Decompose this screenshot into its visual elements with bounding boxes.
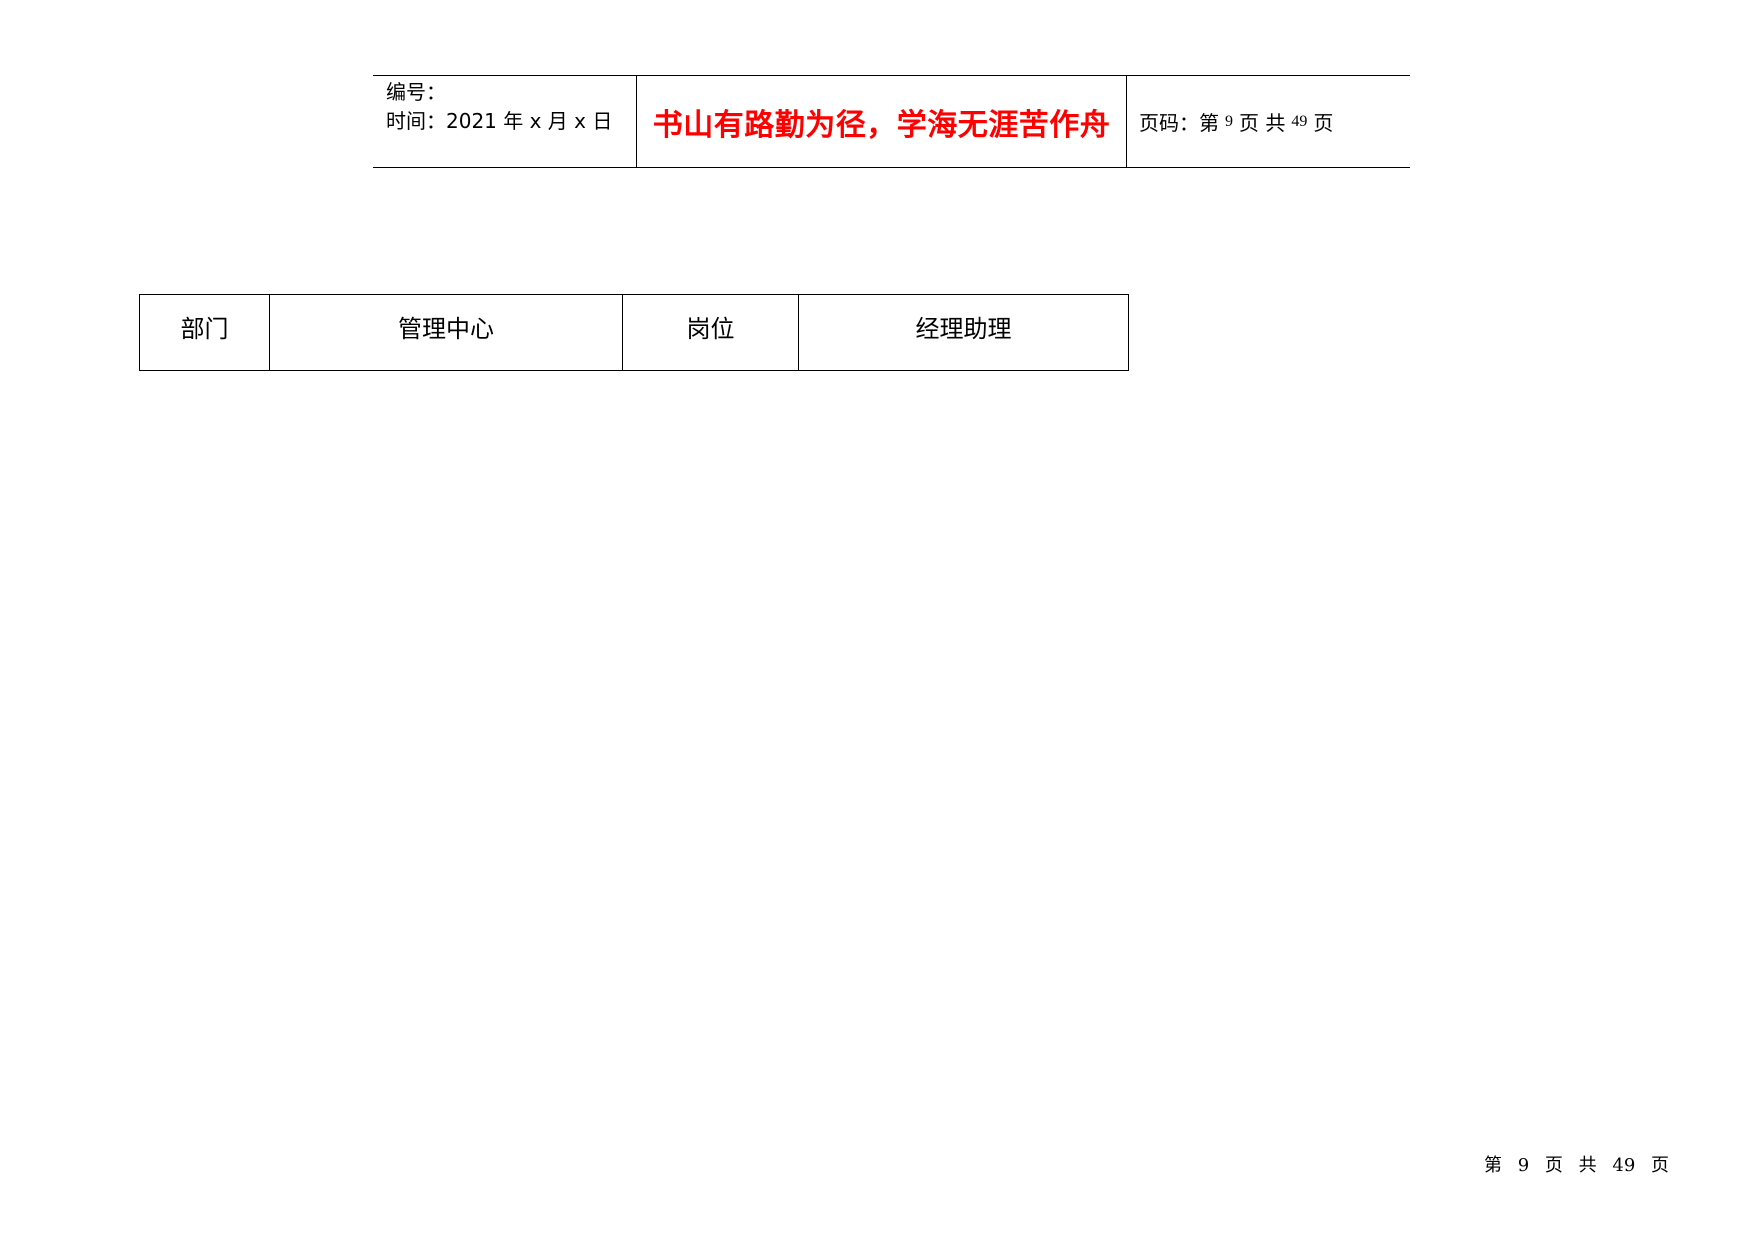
page-footer: 第 9 页 共 49 页	[1484, 1151, 1677, 1177]
header-page-prefix: 页码：第	[1139, 111, 1219, 135]
department-value-cell: 管理中心	[269, 294, 623, 371]
position-value-cell: 经理助理	[798, 294, 1129, 371]
footer-current-page: 9	[1517, 1155, 1530, 1176]
footer-total-pages: 49	[1612, 1155, 1636, 1176]
document-time-label: 时间：2021 年 x 月 x 日	[386, 109, 613, 133]
footer-prefix: 第	[1484, 1155, 1502, 1176]
position-info-table: 部门 管理中心 岗位 经理助理	[139, 294, 1129, 371]
header-page-suffix: 页	[1313, 111, 1334, 135]
header-page-middle: 页 共	[1239, 111, 1286, 135]
header-motto-cell: 书山有路勤为径，学海无涯苦作舟	[637, 76, 1127, 167]
footer-suffix: 页	[1651, 1155, 1670, 1176]
document-number-label: 编号：	[386, 80, 446, 104]
header-page-total: 49	[1291, 112, 1308, 130]
position-label-cell: 岗位	[622, 294, 799, 371]
header-motto: 书山有路勤为径，学海无涯苦作舟	[652, 107, 1111, 143]
header-page-cell: 页码：第 9 页 共 49 页	[1127, 76, 1410, 167]
footer-middle2: 共	[1578, 1155, 1597, 1176]
header-meta-cell: 编号： 时间：2021 年 x 月 x 日	[373, 76, 637, 167]
department-label-cell: 部门	[139, 294, 270, 371]
document-header: 编号： 时间：2021 年 x 月 x 日 书山有路勤为径，学海无涯苦作舟 页码…	[373, 75, 1410, 168]
table-row: 部门 管理中心 岗位 经理助理	[139, 294, 1129, 371]
footer-middle1: 页	[1544, 1155, 1563, 1176]
header-page-current: 9	[1225, 112, 1233, 130]
